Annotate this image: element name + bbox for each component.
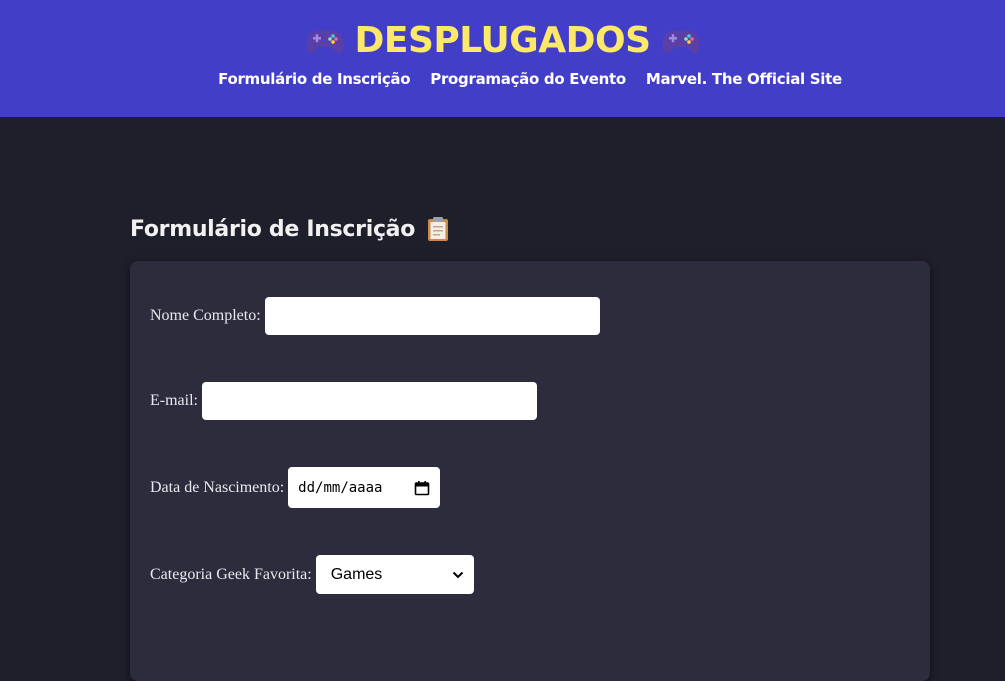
birth-date-label: Data de Nascimento: <box>150 478 285 496</box>
clipboard-icon <box>428 217 449 241</box>
nav-link-marvel-site[interactable]: Marvel. The Official Site <box>646 70 842 88</box>
site-title: DESPLUGADOS <box>0 0 1005 62</box>
registration-form: Nome Completo: E-mail: Data de Nasciment… <box>130 261 930 681</box>
site-header: DESPLUGADOS Formulário de Inscrição Prog… <box>0 0 1005 117</box>
gamepad-icon <box>662 29 699 53</box>
gamepad-icon <box>306 29 343 53</box>
main-nav: Formulário de Inscrição Programação do E… <box>0 70 1005 88</box>
email-input[interactable] <box>201 382 537 420</box>
nav-link-registration-form[interactable]: Formulário de Inscrição <box>218 70 410 88</box>
category-select[interactable]: Games <box>315 555 474 594</box>
birth-date-value: dd/mm/aaaa <box>298 479 383 496</box>
email-label: E-mail: <box>150 392 198 409</box>
birth-date-row: Data de Nascimento: dd/mm/aaaa <box>150 467 441 508</box>
full-name-label: Nome Completo: <box>150 307 261 324</box>
full-name-row: Nome Completo: <box>150 297 600 335</box>
category-label: Categoria Geek Favorita: <box>150 565 312 583</box>
page-title: Formulário de Inscrição <box>130 216 416 242</box>
full-name-input[interactable] <box>264 297 600 335</box>
section-title: Formulário de Inscrição <box>130 214 1005 244</box>
category-selected-value: Games <box>330 565 383 583</box>
calendar-icon[interactable] <box>414 480 430 496</box>
site-title-text: DESPLUGADOS <box>354 20 652 61</box>
nav-link-event-schedule[interactable]: Programação do Evento <box>430 70 626 88</box>
chevron-down-icon <box>452 571 463 578</box>
main-content: Formulário de Inscrição Nome Completo: E… <box>0 214 1005 681</box>
birth-date-input[interactable]: dd/mm/aaaa <box>288 467 441 508</box>
email-row: E-mail: <box>150 382 537 420</box>
category-row: Categoria Geek Favorita: Games <box>150 555 474 594</box>
